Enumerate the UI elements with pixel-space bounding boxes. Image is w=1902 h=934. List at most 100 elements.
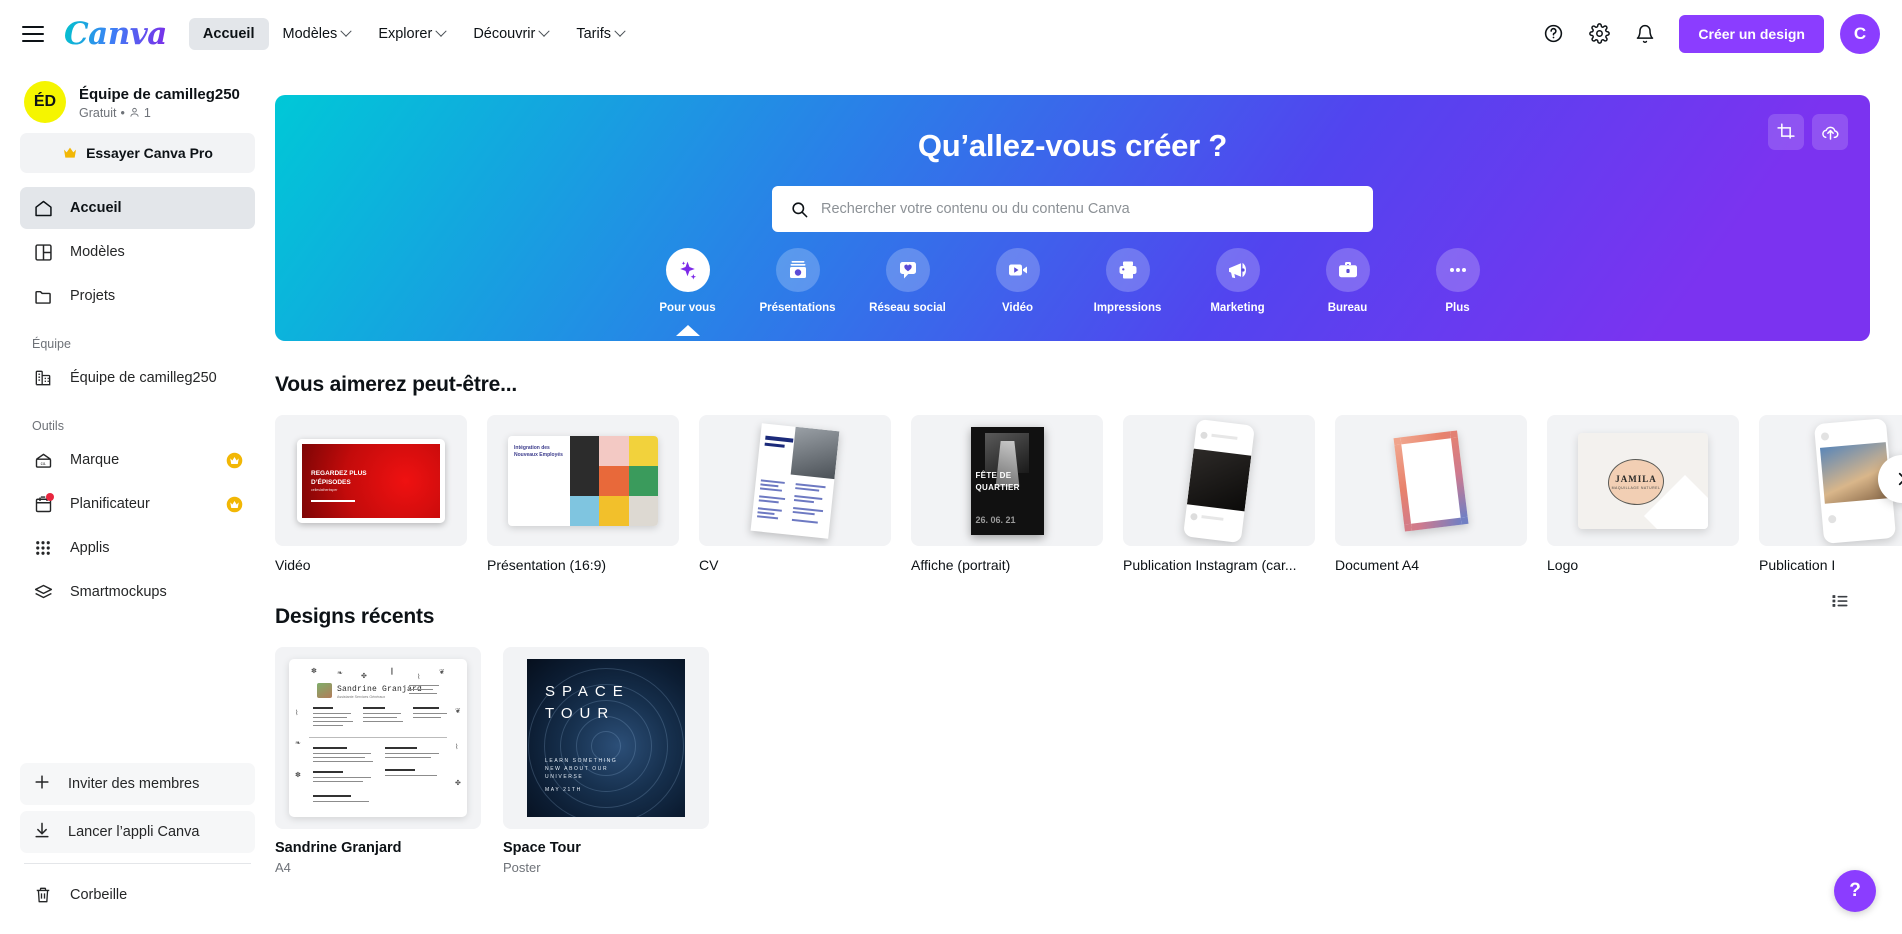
cloud-upload-icon[interactable] bbox=[1812, 114, 1848, 150]
nav-explorer-label: Explorer bbox=[378, 25, 433, 42]
building-icon bbox=[32, 367, 54, 389]
affiche-thumb-art: FÊTE DE QUARTIER 26. 06. 21 bbox=[970, 426, 1044, 535]
sidebar-item-smartmockups[interactable]: Smartmockups bbox=[20, 571, 255, 613]
suggestion-card-document-a4[interactable]: Document A4 bbox=[1335, 415, 1527, 573]
category-video-label: Vidéo bbox=[1001, 302, 1034, 314]
team-members-count: 1 bbox=[143, 105, 151, 120]
help-fab-button[interactable]: ? bbox=[1834, 870, 1876, 912]
space-thumb-sub: LEARN SOMETHING NEW ABOUT OUR UNIVERSE bbox=[545, 758, 618, 780]
list-view-icon[interactable] bbox=[1822, 583, 1858, 619]
chevron-right-icon bbox=[1898, 472, 1902, 486]
sidebar-item-equipe-label: Équipe de camilleg250 bbox=[70, 370, 217, 386]
suggestion-card-logo[interactable]: JAMILA MAQUILLAGE NATUREL Logo bbox=[1547, 415, 1739, 573]
crop-icon[interactable] bbox=[1768, 114, 1804, 150]
category-row: Pour vous Présentations Réseau social Vi… bbox=[633, 248, 1513, 336]
video-camera-icon bbox=[995, 248, 1040, 292]
logo-thumb-name: JAMILA bbox=[1615, 473, 1657, 484]
hero-action-buttons bbox=[1768, 114, 1848, 150]
category-presentations[interactable]: Présentations bbox=[743, 248, 853, 314]
help-circle-icon[interactable] bbox=[1533, 14, 1573, 54]
suggestion-card-label: CV bbox=[699, 557, 719, 573]
sidebar-item-marque[interactable]: co. Marque bbox=[20, 439, 255, 481]
sidebar-item-applis[interactable]: Applis bbox=[20, 527, 255, 569]
briefcase-icon bbox=[1325, 248, 1370, 292]
sidebar-item-projets[interactable]: Projets bbox=[20, 275, 255, 317]
sidebar-divider bbox=[24, 863, 251, 864]
try-canva-pro-button[interactable]: Essayer Canva Pro bbox=[20, 133, 255, 173]
resume-thumb-sub: Assistante Services Généraux bbox=[337, 695, 386, 699]
suggestion-card-presentation[interactable]: Intégration des Nouveaux Employés Présen… bbox=[487, 415, 679, 573]
suggestion-card-affiche[interactable]: FÊTE DE QUARTIER 26. 06. 21 Affiche (por… bbox=[911, 415, 1103, 573]
sidebar-section-outils: Outils bbox=[32, 419, 64, 433]
layers-icon bbox=[32, 581, 54, 603]
sidebar-item-marque-label: Marque bbox=[70, 452, 120, 468]
nav-accueil-label: Accueil bbox=[202, 25, 255, 42]
search-input[interactable] bbox=[821, 201, 1355, 217]
suggestions-header: Vous aimerez peut-être... bbox=[275, 341, 1902, 397]
launch-canva-app-button[interactable]: Lancer l’appli Canva bbox=[20, 811, 255, 853]
sidebar-item-equipe-camilleg250[interactable]: Équipe de camilleg250 bbox=[20, 357, 255, 399]
category-impressions[interactable]: Impressions bbox=[1073, 248, 1183, 314]
suggestion-card-label: Présentation (16:9) bbox=[487, 557, 607, 573]
gear-icon[interactable] bbox=[1579, 14, 1619, 54]
card-thumbnail: FÊTE DE QUARTIER 26. 06. 21 bbox=[911, 415, 1103, 546]
suggestion-card-cv[interactable]: CV bbox=[699, 415, 891, 573]
nav-accueil[interactable]: Accueil bbox=[188, 17, 269, 50]
bell-icon[interactable] bbox=[1625, 14, 1665, 54]
card-thumbnail: Intégration des Nouveaux Employés bbox=[487, 415, 679, 546]
category-pour-vous[interactable]: Pour vous bbox=[633, 248, 743, 336]
sidebar-item-planificateur[interactable]: Planificateur bbox=[20, 483, 255, 525]
canva-logo[interactable]: Canva bbox=[64, 14, 167, 54]
card-thumbnail: JAMILA MAQUILLAGE NATUREL bbox=[1547, 415, 1739, 546]
category-reseau-social[interactable]: Réseau social bbox=[853, 248, 963, 314]
folder-icon bbox=[32, 285, 54, 307]
recent-design-sandrine-granjard[interactable]: ✽ ❧ ✤ ❙ ⌇ ❦ ⌇ ❧ ✽ ❦ ⌇ ✤ Sandrine Granjar… bbox=[275, 647, 481, 875]
recent-design-space-tour[interactable]: SPACE TOUR LEARN SOMETHING NEW ABOUT OUR… bbox=[503, 647, 709, 875]
cv-thumb-name bbox=[765, 435, 794, 443]
invite-members-button[interactable]: Inviter des membres bbox=[20, 763, 255, 805]
nav-modeles[interactable]: Modèles bbox=[269, 18, 365, 50]
create-design-button[interactable]: Créer un design bbox=[1679, 14, 1824, 53]
sidebar-item-accueil[interactable]: Accueil bbox=[20, 187, 255, 229]
category-reseau-social-label: Réseau social bbox=[869, 302, 946, 314]
avatar[interactable]: C bbox=[1840, 13, 1880, 54]
notification-dot bbox=[46, 493, 54, 501]
active-category-pointer bbox=[675, 325, 700, 336]
sidebar: ÉD Équipe de camilleg250 Gratuit • 1 Ess… bbox=[0, 67, 275, 934]
team-plan: Gratuit bbox=[79, 105, 117, 120]
sidebar-item-modeles-label: Modèles bbox=[70, 244, 125, 260]
resume-thumb-art: ✽ ❧ ✤ ❙ ⌇ ❦ ⌇ ❧ ✽ ❦ ⌇ ✤ Sandrine Granjar… bbox=[289, 659, 467, 817]
nav-explorer[interactable]: Explorer bbox=[364, 18, 459, 50]
recent-title: Designs récents bbox=[275, 605, 435, 628]
card-thumbnail: REGARDEZ PLUS D’ÉPISODES celleslatherbsp… bbox=[275, 415, 467, 546]
category-marketing[interactable]: Marketing bbox=[1183, 248, 1293, 314]
suggestion-card-publication[interactable]: Publication I bbox=[1759, 415, 1902, 573]
space-thumb-line2: TOUR bbox=[545, 705, 616, 722]
heart-bubble-icon bbox=[885, 248, 930, 292]
team-header[interactable]: ÉD Équipe de camilleg250 Gratuit • 1 bbox=[20, 67, 255, 133]
person-icon bbox=[130, 107, 139, 117]
suggestion-card-video[interactable]: REGARDEZ PLUS D’ÉPISODES celleslatherbsp… bbox=[275, 415, 467, 573]
suggestion-card-instagram[interactable]: Publication Instagram (car... bbox=[1123, 415, 1315, 573]
nav-decouvrir[interactable]: Découvrir bbox=[459, 18, 562, 50]
nav-decouvrir-label: Découvrir bbox=[473, 25, 536, 42]
download-icon bbox=[32, 820, 52, 844]
logo-thumb-sub: MAQUILLAGE NATUREL bbox=[1611, 485, 1661, 490]
logo-thumb-badge: JAMILA MAQUILLAGE NATUREL bbox=[1608, 458, 1664, 505]
category-bureau[interactable]: Bureau bbox=[1293, 248, 1403, 314]
home-icon bbox=[32, 197, 54, 219]
ellipsis-icon bbox=[1435, 248, 1480, 292]
sidebar-item-corbeille[interactable]: Corbeille bbox=[20, 874, 255, 916]
sidebar-item-modeles[interactable]: Modèles bbox=[20, 231, 255, 273]
category-plus[interactable]: Plus bbox=[1403, 248, 1513, 314]
sidebar-item-accueil-label: Accueil bbox=[70, 200, 122, 216]
hamburger-icon[interactable] bbox=[22, 25, 44, 42]
nav-tarifs[interactable]: Tarifs bbox=[562, 18, 638, 50]
plus-icon bbox=[32, 772, 52, 796]
suggestion-card-label: Publication Instagram (car... bbox=[1123, 557, 1297, 573]
category-presentations-label: Présentations bbox=[759, 302, 836, 314]
search-bar[interactable] bbox=[772, 186, 1373, 232]
recent-design-title: Space Tour bbox=[503, 840, 581, 856]
category-video[interactable]: Vidéo bbox=[963, 248, 1073, 314]
cv-thumb-role bbox=[764, 442, 785, 448]
